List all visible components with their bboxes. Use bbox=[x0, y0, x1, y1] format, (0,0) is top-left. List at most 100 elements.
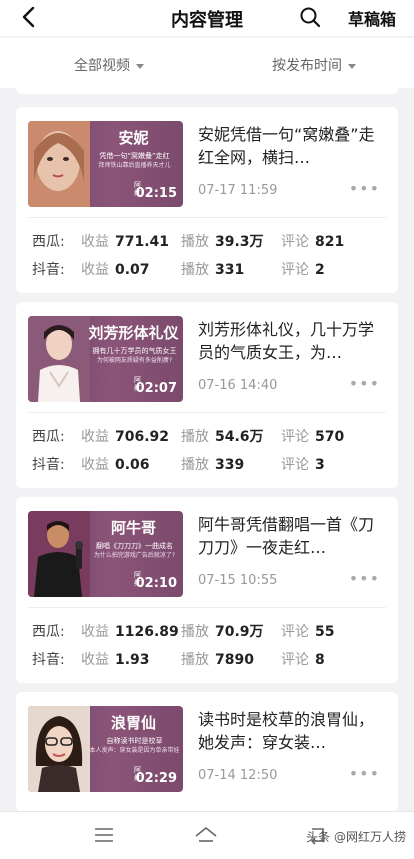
revenue-value: 1.93 bbox=[115, 652, 150, 668]
plays-value: 39.3万 bbox=[215, 234, 264, 250]
menu-icon[interactable] bbox=[92, 824, 116, 846]
plays-value: 70.9万 bbox=[215, 624, 264, 640]
video-title[interactable]: 读书时是校草的浪胃仙，她发声：穿女装… bbox=[198, 708, 384, 754]
video-duration: 02:07 bbox=[135, 381, 177, 396]
platform-label: 抖音: bbox=[32, 652, 65, 668]
revenue-label: 收益 bbox=[81, 624, 109, 640]
divider bbox=[28, 412, 386, 413]
revenue-value: 0.07 bbox=[115, 262, 150, 278]
publish-date: 07-17 11:59 bbox=[198, 183, 278, 198]
revenue-label: 收益 bbox=[81, 234, 109, 250]
revenue-label: 收益 bbox=[81, 429, 109, 445]
platform-label: 西瓜: bbox=[32, 429, 65, 445]
plays-value: 7890 bbox=[215, 652, 254, 668]
video-title[interactable]: 安妮凭借一句“窝嫩叠”走红全网，横扫… bbox=[198, 123, 384, 169]
thumbnail-title: 安妮 bbox=[118, 129, 149, 147]
comments-label: 评论 bbox=[281, 652, 309, 668]
category-filter-label: 全部视频 bbox=[74, 58, 130, 74]
revenue-value: 1126.89 bbox=[115, 624, 179, 640]
revenue-value: 706.92 bbox=[115, 429, 170, 445]
video-thumbnail[interactable]: 浪胃仙 自称读书时是校草 本人发声：穿女装是因为单亲带娃 阿红 02:29 bbox=[28, 706, 183, 792]
category-filter[interactable]: 全部视频 bbox=[74, 55, 144, 75]
sort-filter-label: 按发布时间 bbox=[272, 58, 342, 74]
comments-value: 821 bbox=[315, 234, 345, 250]
stats-row: 抖音: 收益 1.93 播放 7890 评论 8 bbox=[32, 649, 386, 669]
stats-row: 西瓜: 收益 1126.89 播放 70.9万 评论 55 bbox=[32, 621, 386, 641]
video-title[interactable]: 刘芳形体礼仪，几十万学员的气质女王，为… bbox=[198, 318, 384, 364]
video-thumbnail[interactable]: 刘芳形体礼仪 拥有几十万学员的气质女王 为何被网友质疑有多益削痩? 阿红 02:… bbox=[28, 316, 183, 402]
video-title[interactable]: 阿牛哥凭借翻唱一首《刀刀刀》一夜走红… bbox=[198, 513, 384, 559]
platform-label: 西瓜: bbox=[32, 234, 65, 250]
plays-label: 播放 bbox=[181, 234, 209, 250]
plays-label: 播放 bbox=[181, 652, 209, 668]
divider bbox=[28, 217, 386, 218]
sort-filter[interactable]: 按发布时间 bbox=[272, 55, 356, 75]
comments-value: 8 bbox=[315, 652, 325, 668]
stats-row: 西瓜: 收益 771.41 播放 39.3万 评论 821 bbox=[32, 231, 386, 251]
thumbnail-title: 刘芳形体礼仪 bbox=[88, 324, 179, 342]
filter-bar: 全部视频 按发布时间 bbox=[0, 38, 414, 88]
thumbnail-subtitle: 拥有几十万学员的气质女王 bbox=[92, 347, 177, 355]
stats-row: 西瓜: 收益 706.92 播放 54.6万 评论 570 bbox=[32, 426, 386, 446]
publish-date: 07-14 12:50 bbox=[198, 768, 278, 783]
more-icon[interactable]: ••• bbox=[349, 569, 380, 588]
portrait-image bbox=[28, 121, 90, 207]
plays-label: 播放 bbox=[181, 429, 209, 445]
revenue-value: 0.06 bbox=[115, 457, 150, 473]
portrait-image bbox=[28, 511, 90, 597]
header-bar: 内容管理 草稿箱 bbox=[0, 0, 414, 36]
revenue-label: 收益 bbox=[81, 652, 109, 668]
bottom-nav-bar: 头条 @网红万人捞 bbox=[0, 811, 414, 859]
plays-value: 339 bbox=[215, 457, 245, 473]
thumbnail-caption: 拜师铁山靠后直播养天才儿 bbox=[98, 162, 171, 169]
comments-value: 3 bbox=[315, 457, 325, 473]
thumbnail-title: 阿牛哥 bbox=[110, 519, 156, 537]
video-duration: 02:29 bbox=[135, 771, 177, 786]
video-duration: 02:15 bbox=[135, 186, 177, 201]
thumbnail-subtitle: 自称读书时是校草 bbox=[106, 737, 163, 745]
caret-down-icon bbox=[348, 63, 356, 69]
portrait-image bbox=[28, 706, 90, 792]
caret-down-icon bbox=[136, 63, 144, 69]
plays-label: 播放 bbox=[181, 624, 209, 640]
thumbnail-caption: 本人发声：穿女装是因为单亲带娃 bbox=[89, 747, 180, 754]
plays-label: 播放 bbox=[181, 457, 209, 473]
comments-label: 评论 bbox=[281, 262, 309, 278]
platform-label: 抖音: bbox=[32, 262, 65, 278]
revenue-label: 收益 bbox=[81, 457, 109, 473]
drafts-button[interactable]: 草稿箱 bbox=[348, 6, 396, 30]
more-icon[interactable]: ••• bbox=[349, 179, 380, 198]
comments-label: 评论 bbox=[281, 624, 309, 640]
comments-value: 2 bbox=[315, 262, 325, 278]
thumbnail-subtitle: 翻唱《刀刀刀》一曲成名 bbox=[96, 542, 173, 550]
portrait-image bbox=[28, 316, 90, 402]
more-icon[interactable]: ••• bbox=[349, 764, 380, 783]
publish-date: 07-15 10:55 bbox=[198, 573, 278, 588]
video-card[interactable]: 浪胃仙 自称读书时是校草 本人发声：穿女装是因为单亲带娃 阿红 02:29 读书… bbox=[16, 692, 398, 812]
plays-label: 播放 bbox=[181, 262, 209, 278]
divider bbox=[28, 607, 386, 608]
video-card[interactable]: 刘芳形体礼仪 拥有几十万学员的气质女王 为何被网友质疑有多益削痩? 阿红 02:… bbox=[16, 302, 398, 488]
comments-label: 评论 bbox=[281, 234, 309, 250]
comments-label: 评论 bbox=[281, 457, 309, 473]
thumbnail-title: 浪胃仙 bbox=[110, 714, 156, 732]
thumbnail-subtitle: 凭借一句“窝嫩叠”走红 bbox=[99, 152, 170, 160]
more-icon[interactable]: ••• bbox=[349, 374, 380, 393]
comments-value: 570 bbox=[315, 429, 345, 445]
revenue-label: 收益 bbox=[81, 262, 109, 278]
home-icon[interactable] bbox=[194, 824, 218, 846]
search-icon[interactable] bbox=[299, 6, 321, 28]
revenue-value: 771.41 bbox=[115, 234, 170, 250]
platform-label: 西瓜: bbox=[32, 624, 65, 640]
video-card[interactable]: 安妮 凭借一句“窝嫩叠”走红 拜师铁山靠后直播养天才儿 阿红 02:15 安妮凭… bbox=[16, 107, 398, 293]
video-thumbnail[interactable]: 安妮 凭借一句“窝嫩叠”走红 拜师铁山靠后直播养天才儿 阿红 02:15 bbox=[28, 121, 183, 207]
comments-label: 评论 bbox=[281, 429, 309, 445]
video-card[interactable]: 阿牛哥 翻唱《刀刀刀》一曲成名 为什么拍完游戏广告后就凉了? 阿红 02:10 … bbox=[16, 497, 398, 683]
stats-row: 抖音: 收益 0.07 播放 331 评论 2 bbox=[32, 259, 386, 279]
video-thumbnail[interactable]: 阿牛哥 翻唱《刀刀刀》一曲成名 为什么拍完游戏广告后就凉了? 阿红 02:10 bbox=[28, 511, 183, 597]
previous-card-edge bbox=[16, 88, 398, 94]
plays-value: 331 bbox=[215, 262, 245, 278]
thumbnail-caption: 为什么拍完游戏广告后就凉了? bbox=[93, 552, 176, 559]
stats-row: 抖音: 收益 0.06 播放 339 评论 3 bbox=[32, 454, 386, 474]
video-duration: 02:10 bbox=[135, 576, 177, 591]
